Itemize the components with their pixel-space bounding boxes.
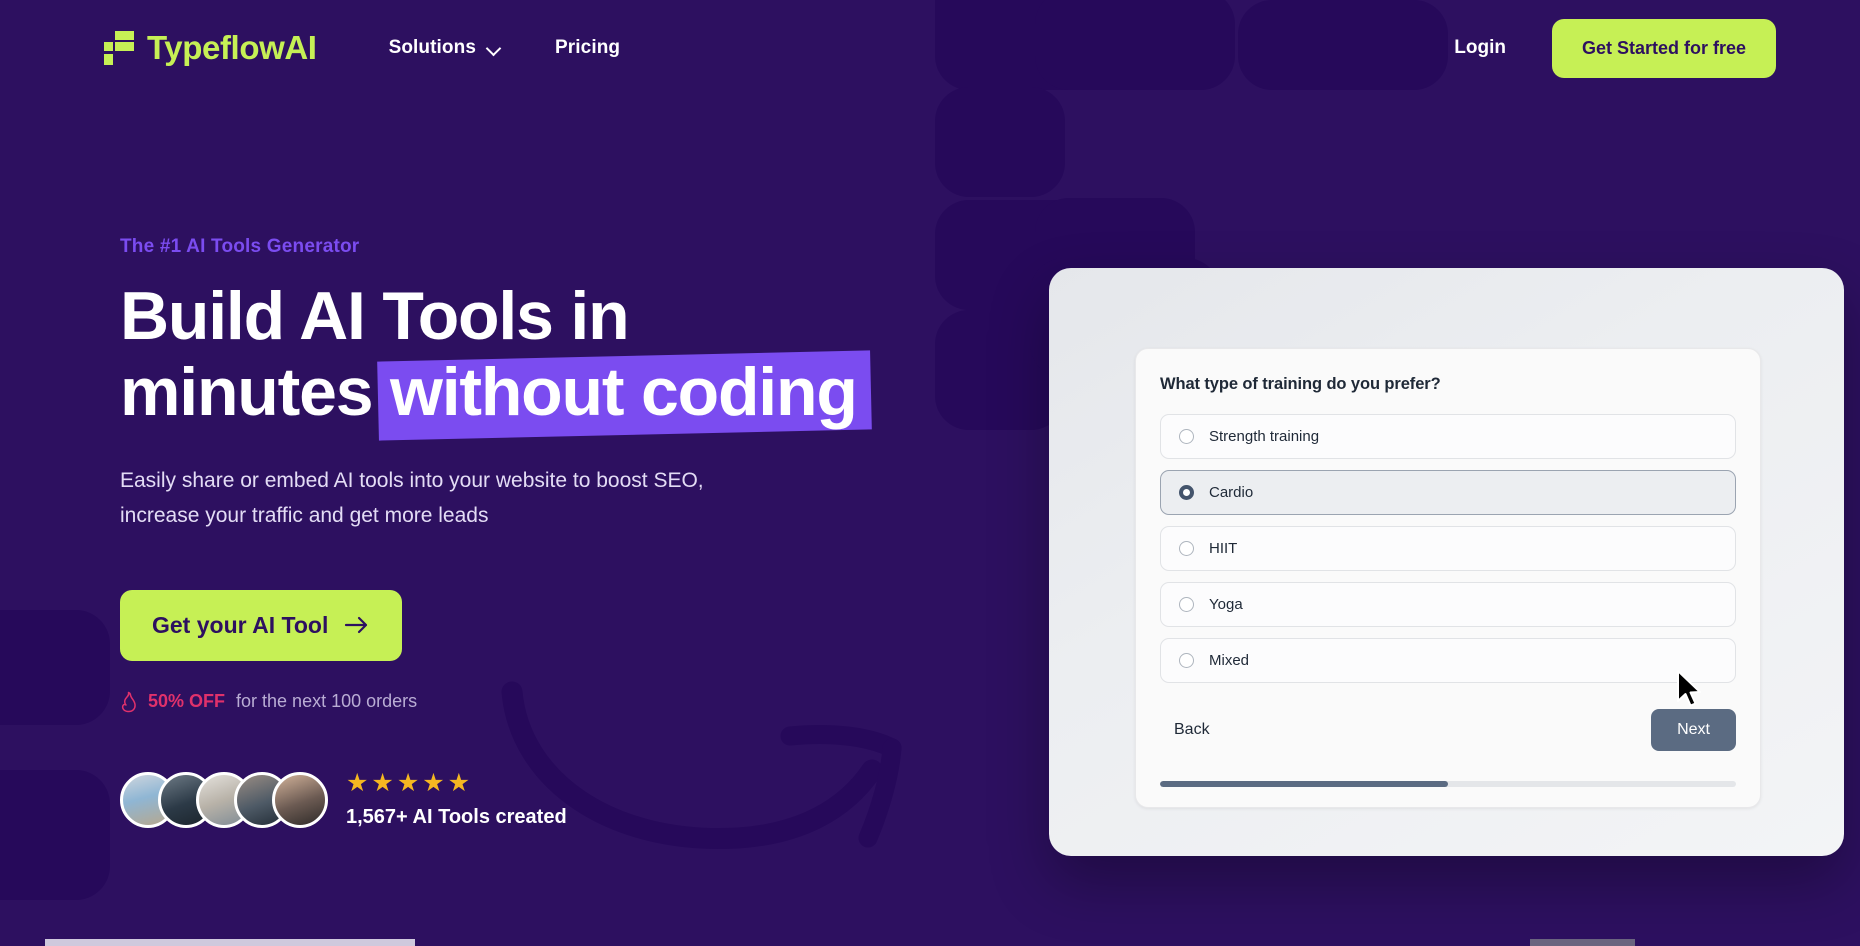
login-link[interactable]: Login: [1454, 37, 1506, 59]
survey-next-button[interactable]: Next: [1651, 709, 1736, 751]
flame-icon: [121, 691, 136, 712]
bottom-edge-strip: [45, 939, 415, 946]
survey-option-label: Mixed: [1209, 652, 1250, 669]
bg-block: [935, 87, 1065, 197]
hero-subheadline: Easily share or embed AI tools into your…: [120, 469, 704, 527]
nav-item-solutions[interactable]: Solutions: [389, 37, 501, 59]
chevron-down-icon: [488, 42, 501, 55]
main-nav: Solutions Pricing: [389, 37, 621, 59]
survey-progress-fill: [1160, 781, 1448, 787]
radio-icon: [1179, 597, 1194, 612]
survey-option-yoga[interactable]: Yoga: [1160, 582, 1736, 627]
offer-banner: 50% OFF for the next 100 orders: [120, 691, 900, 713]
typeflow-f-mark-icon: [104, 31, 134, 65]
proof-text-group: ★★★★★ 1,567+ AI Tools created: [346, 768, 567, 829]
avatar: [272, 771, 328, 828]
star-rating: ★★★★★: [346, 768, 474, 797]
tools-created-count: 1,567+ AI Tools created: [346, 805, 567, 828]
site-header: TypeflowAI Solutions Pricing Login Get S…: [0, 0, 1860, 96]
brand-name: TypeflowAI: [147, 29, 317, 66]
social-proof: ★★★★★ 1,567+ AI Tools created: [120, 768, 900, 829]
get-your-ai-tool-button[interactable]: Get your AI Tool: [120, 589, 403, 661]
radio-icon-selected: [1179, 485, 1194, 500]
survey-option-strength-training[interactable]: Strength training: [1160, 414, 1736, 459]
nav-item-pricing[interactable]: Pricing: [555, 37, 620, 59]
survey-question: What type of training do you prefer?: [1160, 375, 1441, 393]
survey-option-hiit[interactable]: HIIT: [1160, 526, 1736, 571]
survey-option-label: Strength training: [1209, 428, 1320, 445]
bg-block: [935, 310, 1065, 430]
arrow-right-icon: [345, 616, 368, 634]
offer-percent: 50% OFF: [148, 691, 226, 712]
nav-item-label: Solutions: [388, 37, 477, 58]
headline-line-2-plain: minutes: [120, 354, 391, 431]
get-started-button[interactable]: Get Started for free: [1551, 18, 1776, 78]
headline-line-2-highlight: without coding: [390, 354, 858, 431]
cta-label: Get your AI Tool: [152, 611, 329, 638]
brand-logo[interactable]: TypeflowAI: [104, 29, 317, 67]
avatar-group: [120, 771, 328, 828]
headline-highlight-wrap: without coding: [377, 350, 872, 441]
radio-icon: [1179, 541, 1194, 556]
survey-progress-bar: [1160, 781, 1736, 787]
survey-nav-row: Back Next: [1160, 709, 1736, 751]
survey-option-label: Cardio: [1209, 484, 1254, 501]
survey-option-mixed[interactable]: Mixed: [1160, 638, 1736, 683]
survey-option-label: HIIT: [1209, 540, 1238, 557]
mouse-cursor-icon: [1677, 670, 1701, 707]
headline-line-1: Build AI Tools in: [120, 278, 630, 354]
radio-icon: [1179, 653, 1194, 668]
offer-text: for the next 100 orders: [236, 691, 418, 712]
product-preview-panel: What type of training do you prefer? Str…: [1049, 268, 1844, 856]
survey-option-label: Yoga: [1209, 596, 1243, 613]
bottom-edge-strip-right: [1530, 939, 1635, 946]
hero-headline: Build AI Tools in minutes without coding: [120, 278, 900, 441]
survey-option-cardio[interactable]: Cardio: [1160, 470, 1736, 515]
header-actions: Login Get Started for free: [1454, 18, 1776, 78]
nav-item-label: Pricing: [555, 37, 621, 58]
radio-icon: [1179, 429, 1194, 444]
hero-eyebrow: The #1 AI Tools Generator: [120, 236, 360, 257]
survey-card: What type of training do you prefer? Str…: [1135, 348, 1761, 808]
survey-back-button[interactable]: Back: [1160, 713, 1224, 747]
hero-section: The #1 AI Tools Generator Build AI Tools…: [0, 96, 900, 829]
